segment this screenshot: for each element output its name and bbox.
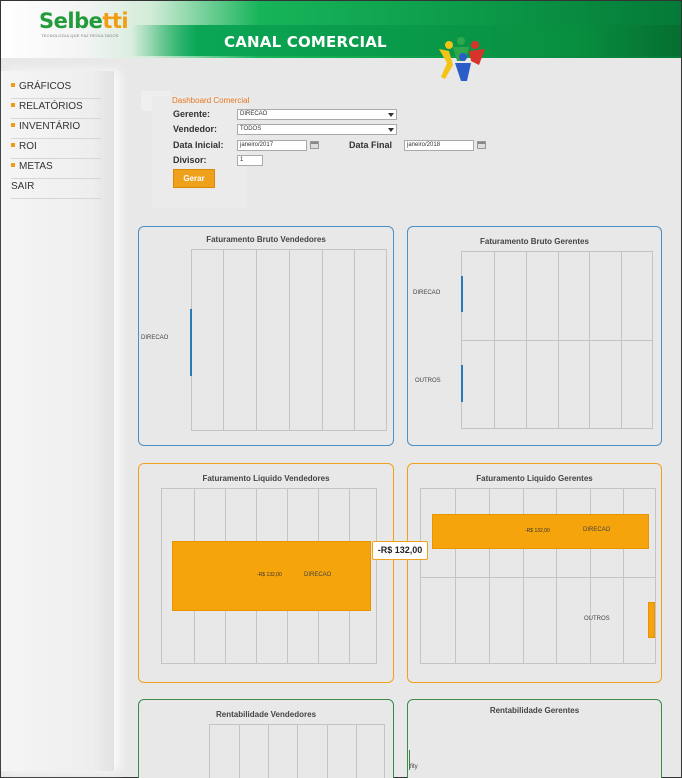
gridline bbox=[354, 250, 355, 430]
team-people-icon bbox=[439, 37, 485, 81]
plot-area bbox=[191, 249, 387, 431]
app-header: Selbetti TECNOLOGIA QUE FAZ RESULTADOS C… bbox=[1, 1, 681, 81]
data-final-label: Data Final bbox=[349, 140, 393, 150]
chart-title: Faturamento Liquido Vendedores bbox=[202, 474, 330, 483]
plot-area bbox=[209, 724, 385, 778]
dashboard-title: Dashboard Comercial bbox=[172, 96, 250, 105]
bullet-icon bbox=[11, 123, 15, 128]
chart-faturamento-bruto-gerentes: Faturamento Bruto Gerentes DIRECAO OUTRO… bbox=[407, 226, 662, 446]
sidebar-item-roi[interactable]: ROI bbox=[11, 139, 101, 159]
gridline bbox=[322, 250, 323, 430]
gridline bbox=[239, 725, 240, 778]
sidebar-item-relatorios[interactable]: RELATÓRIOS bbox=[11, 99, 101, 119]
chart-faturamento-liquido-gerentes: Faturamento Liquido Gerentes -R$ 132,00 … bbox=[407, 463, 662, 683]
category-label: fity bbox=[410, 764, 418, 770]
chart-title: Rentabilidade Gerentes bbox=[489, 706, 580, 715]
chart-faturamento-bruto-vendedores: Faturamento Bruto Vendedores DIRECAO bbox=[138, 226, 394, 446]
chart-title: Faturamento Bruto Gerentes bbox=[480, 237, 589, 246]
bar-outros[interactable] bbox=[648, 602, 655, 638]
category-label: OUTROS bbox=[415, 378, 441, 384]
chart-title: Faturamento Liquido Gerentes bbox=[476, 474, 593, 483]
gridline bbox=[223, 250, 224, 430]
bullet-icon bbox=[11, 103, 15, 108]
chart-rentabilidade-vendedores: Rentabilidade Vendedores bbox=[138, 699, 394, 778]
header-band bbox=[131, 25, 681, 56]
category-label: DIRECAO bbox=[141, 335, 169, 341]
category-label: OUTROS bbox=[584, 616, 610, 622]
data-inicial-label: Data Inicial: bbox=[173, 140, 224, 150]
calendar-icon[interactable] bbox=[310, 141, 319, 149]
gridline bbox=[256, 250, 257, 430]
selbetti-logo[interactable]: Selbetti bbox=[39, 9, 129, 33]
gerente-label: Gerente: bbox=[173, 109, 211, 119]
data-inicial-input[interactable]: janeiro/2017 bbox=[237, 140, 307, 151]
chevron-down-icon bbox=[388, 128, 394, 132]
vendedor-select[interactable]: TODOS bbox=[237, 124, 397, 135]
divisor-label: Divisor: bbox=[173, 155, 207, 165]
gridline bbox=[268, 725, 269, 778]
bar-value-label: -R$ 132,00 bbox=[257, 572, 282, 578]
chart-title: Rentabilidade Vendedores bbox=[215, 710, 317, 719]
gerente-select[interactable]: DIRECAO bbox=[237, 109, 397, 120]
logo-tagline: TECNOLOGIA QUE FAZ RESULTADOS bbox=[41, 33, 119, 38]
gridline bbox=[462, 340, 652, 341]
calendar-icon[interactable] bbox=[477, 141, 486, 149]
sidebar-item-metas[interactable]: METAS bbox=[11, 159, 101, 179]
chevron-down-icon bbox=[388, 113, 394, 117]
plot-area bbox=[461, 251, 653, 429]
category-label: DIRECAO bbox=[413, 290, 441, 296]
chart-faturamento-liquido-vendedores: Faturamento Liquido Vendedores -R$ 132,0… bbox=[138, 463, 394, 683]
sidebar-item-sair[interactable]: SAIR bbox=[11, 179, 101, 199]
gerar-button[interactable]: Gerar bbox=[173, 169, 215, 188]
category-label: DIRECAO bbox=[583, 527, 611, 533]
bar-direcao[interactable] bbox=[190, 309, 192, 376]
bar-outros[interactable] bbox=[461, 365, 463, 402]
gridline bbox=[356, 725, 357, 778]
bullet-icon bbox=[11, 83, 15, 88]
bullet-icon bbox=[11, 163, 15, 168]
gridline bbox=[327, 725, 328, 778]
data-final-input[interactable]: janeiro/2018 bbox=[404, 140, 474, 151]
gridline bbox=[297, 725, 298, 778]
divisor-input[interactable]: 1 bbox=[237, 155, 263, 166]
chart-tooltip: -R$ 132,00 bbox=[372, 541, 428, 560]
gridline bbox=[421, 577, 655, 578]
chart-rentabilidade-gerentes: Rentabilidade Gerentes fity bbox=[407, 699, 662, 778]
sidebar-item-inventario[interactable]: INVENTÁRIO bbox=[11, 119, 101, 139]
category-label: DIRECAO bbox=[304, 572, 332, 578]
bar-direcao[interactable] bbox=[461, 276, 463, 312]
sidebar-item-graficos[interactable]: GRÁFICOS bbox=[11, 79, 101, 99]
bullet-icon bbox=[11, 143, 15, 148]
app-title: CANAL COMERCIAL bbox=[224, 33, 387, 51]
gridline bbox=[289, 250, 290, 430]
bar-value-label: -R$ 132,00 bbox=[525, 528, 550, 534]
chart-title: Faturamento Bruto Vendedores bbox=[206, 235, 326, 244]
vendedor-label: Vendedor: bbox=[173, 124, 218, 134]
